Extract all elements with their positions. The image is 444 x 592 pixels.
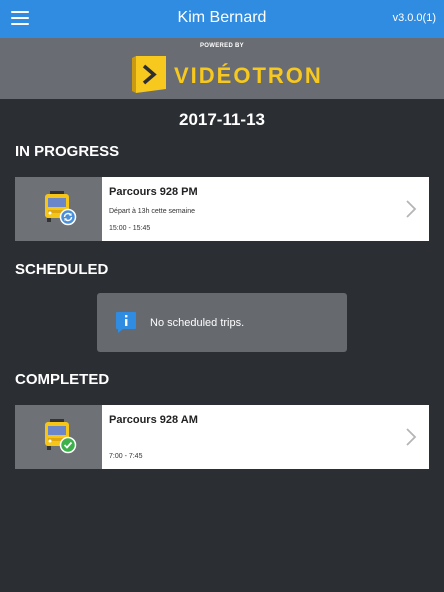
trip-name: Parcours 928 PM [109,186,198,198]
trip-card-in-progress[interactable]: Parcours 928 PM Départ à 13h cette semai… [15,177,429,241]
check-icon [59,436,77,454]
powered-by-label: POWERED BY [199,43,244,49]
trip-description: Départ à 13h cette semaine [109,208,195,215]
user-name-title: Kim Bernard [177,9,267,26]
empty-message: No scheduled trips. [150,317,245,329]
chevron-right-icon [406,200,417,218]
completed-heading: COMPLETED [15,371,110,388]
app-version: v3.0.0(1) [392,12,436,24]
app-header: Kim Bernard v3.0.0(1) [0,0,444,38]
trip-name: Parcours 928 AM [109,414,198,426]
info-icon [116,312,136,333]
trip-thumbnail [15,177,102,241]
trip-time: 15:00 - 15:45 [109,225,151,232]
trip-thumbnail [15,405,102,469]
trip-card-completed[interactable]: Parcours 928 AM 7:00 - 7:45 [15,405,429,469]
in-progress-heading: IN PROGRESS [15,143,120,160]
school-bus-icon [45,191,77,226]
videotron-logo-icon [132,56,166,93]
scheduled-heading: SCHEDULED [15,261,109,278]
brand-banner: POWERED BY VIDÉOTRON [0,38,444,99]
sync-icon [59,208,77,226]
no-scheduled-trips-notice: No scheduled trips. [97,293,347,352]
school-bus-icon [45,419,77,454]
trip-time: 7:00 - 7:45 [109,453,143,460]
chevron-right-icon [406,428,417,446]
current-date: 2017-11-13 [178,110,266,129]
videotron-logo-text: VIDÉOTRON [174,63,323,88]
